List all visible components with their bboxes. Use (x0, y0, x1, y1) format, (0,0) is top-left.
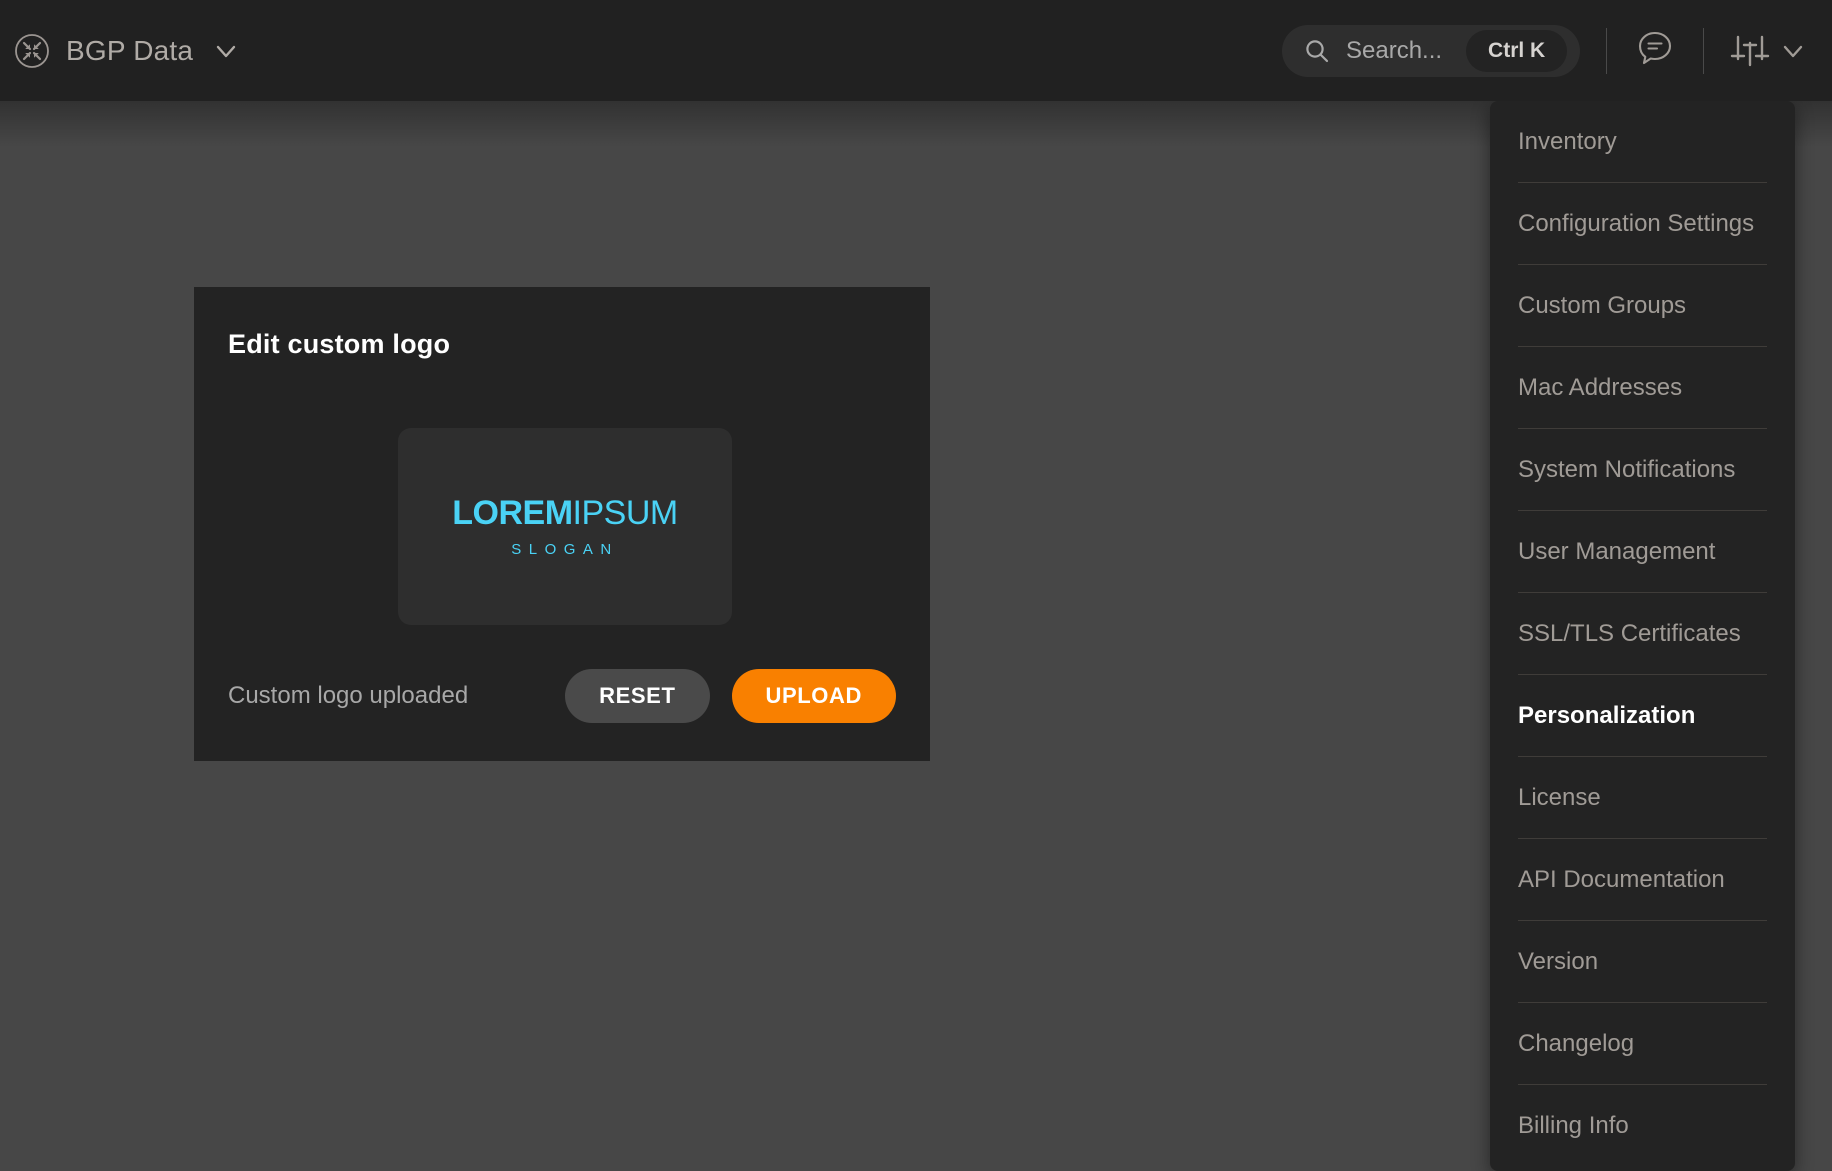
upload-button[interactable]: UPLOAD (731, 669, 896, 723)
chat-bubble-icon (1633, 26, 1677, 75)
menu-item-billing-info[interactable]: Billing Info (1518, 1085, 1767, 1171)
preferences-menu-button[interactable] (1730, 31, 1806, 71)
menu-item-mac-addresses[interactable]: Mac Addresses (1518, 347, 1767, 429)
menu-item-ssl-tls-certificates[interactable]: SSL/TLS Certificates (1518, 593, 1767, 675)
search-input[interactable]: Search... Ctrl K (1282, 24, 1580, 77)
card-footer: Custom logo uploaded RESET UPLOAD (228, 669, 896, 723)
menu-item-custom-groups[interactable]: Custom Groups (1518, 265, 1767, 347)
upload-status-text: Custom logo uploaded (228, 682, 469, 709)
menu-item-user-management[interactable]: User Management (1518, 511, 1767, 593)
logo-wordmark: LOREMIPSUM (452, 493, 679, 532)
menu-item-api-documentation[interactable]: API Documentation (1518, 839, 1767, 921)
chevron-down-icon[interactable] (213, 38, 239, 64)
logo-preview[interactable]: LOREMIPSUM SLOGAN (398, 428, 732, 625)
edit-custom-logo-card: Edit custom logo LOREMIPSUM SLOGAN Custo… (194, 287, 930, 761)
menu-item-configuration-settings[interactable]: Configuration Settings (1518, 183, 1767, 265)
page-title: BGP Data (66, 34, 194, 66)
card-title: Edit custom logo (228, 329, 451, 359)
collapse-arrows-circle-icon (14, 33, 50, 69)
search-shortcut-badge: Ctrl K (1466, 29, 1568, 72)
menu-item-license[interactable]: License (1518, 757, 1767, 839)
brand-home-button[interactable]: BGP Data (14, 33, 239, 69)
reset-button[interactable]: RESET (565, 669, 710, 723)
chat-button[interactable] (1633, 29, 1677, 73)
search-icon (1304, 38, 1330, 64)
chevron-down-icon (1780, 38, 1806, 64)
menu-item-system-notifications[interactable]: System Notifications (1518, 429, 1767, 511)
top-bar-right-group: Search... Ctrl K (1282, 0, 1832, 101)
sliders-icon (1730, 31, 1770, 71)
divider (1606, 27, 1607, 74)
search-placeholder: Search... (1346, 36, 1443, 64)
menu-item-changelog[interactable]: Changelog (1518, 1003, 1767, 1085)
menu-item-personalization[interactable]: Personalization (1518, 675, 1767, 757)
menu-item-inventory[interactable]: Inventory (1518, 101, 1767, 183)
logo-slogan: SLOGAN (511, 540, 619, 558)
card-actions: RESET UPLOAD (565, 669, 896, 723)
top-bar: BGP Data Search... Ctrl K (0, 0, 1832, 101)
menu-item-version[interactable]: Version (1518, 921, 1767, 1003)
divider (1703, 27, 1704, 74)
logo-wordmark-bold: LOREM (452, 493, 573, 532)
logo-wordmark-light: IPSUM (572, 493, 679, 532)
